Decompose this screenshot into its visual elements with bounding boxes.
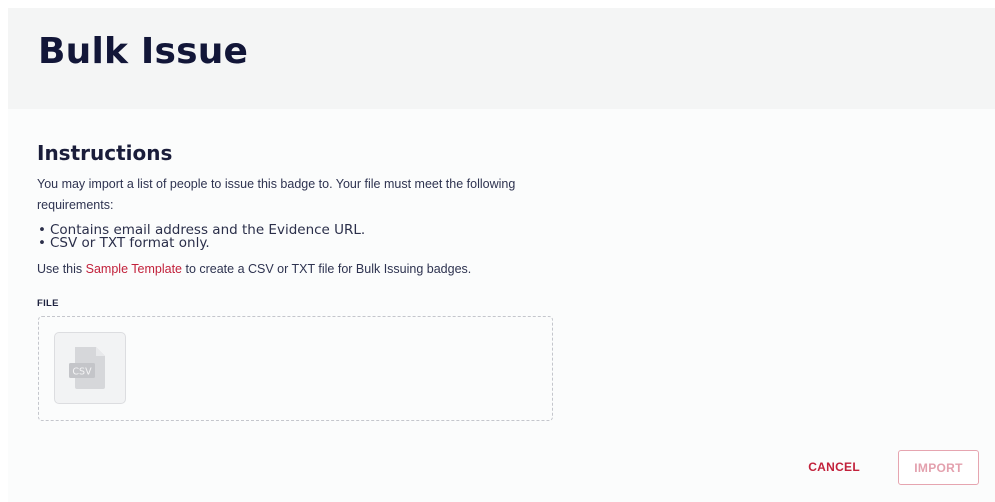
import-button[interactable]: IMPORT [898, 450, 979, 485]
page-header: Bulk Issue [8, 8, 995, 109]
page-title: Bulk Issue [38, 31, 249, 72]
template-instruction: Use this Sample Template to create a CSV… [37, 261, 737, 277]
cancel-button[interactable]: CANCEL [808, 450, 860, 485]
instructions-intro: You may import a list of people to issue… [37, 177, 516, 212]
instructions-section: Instructions You may import a list of pe… [37, 141, 737, 277]
bulk-issue-panel: Bulk Issue Instructions You may import a… [8, 8, 995, 502]
template-prefix: Use this [37, 262, 86, 276]
requirement-item: CSV or TXT format only. [37, 236, 737, 250]
instructions-heading: Instructions [37, 141, 173, 165]
file-dropzone[interactable]: CSV [38, 316, 553, 421]
csv-file-icon: CSV [69, 347, 105, 389]
requirements-list: Contains email address and the Evidence … [37, 223, 737, 250]
sample-template-link[interactable]: Sample Template [86, 262, 182, 276]
csv-badge-text: CSV [72, 367, 92, 378]
file-upload-tile[interactable]: CSV [54, 332, 126, 404]
file-field-label: FILE [37, 298, 59, 309]
template-suffix: to create a CSV or TXT file for Bulk Iss… [182, 262, 472, 276]
